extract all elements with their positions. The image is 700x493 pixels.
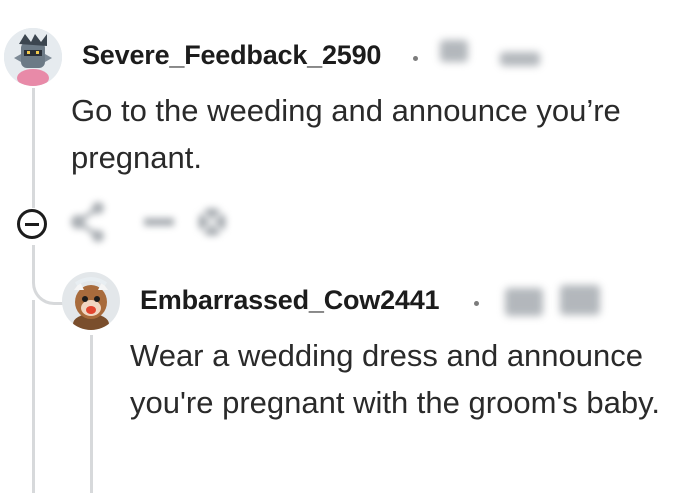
comment-username[interactable]: Embarrassed_Cow2441 [140, 285, 440, 316]
collapse-icon[interactable] [17, 209, 47, 239]
meta-separator-dot [413, 56, 418, 61]
award-icon[interactable] [140, 200, 240, 244]
meta-separator-dot [474, 301, 479, 306]
comment-body: Wear a wedding dress and announce you're… [130, 338, 660, 420]
knight-avatar-icon [4, 28, 62, 86]
share-icon[interactable] [68, 200, 108, 244]
thread-line-reply [90, 335, 93, 493]
cow-avatar-icon [62, 272, 120, 330]
redacted-timestamp-2 [560, 285, 600, 315]
redacted-timestamp [440, 40, 468, 62]
avatar[interactable] [62, 272, 120, 330]
thread-line-parent [32, 88, 35, 208]
redacted-timestamp-2 [500, 52, 540, 66]
avatar[interactable] [4, 28, 62, 86]
comment-body: Go to the weeding and announce you’re pr… [71, 93, 621, 175]
thread-line-parent-lower [32, 300, 35, 493]
comment-username[interactable]: Severe_Feedback_2590 [82, 40, 381, 71]
redacted-timestamp [505, 288, 543, 316]
